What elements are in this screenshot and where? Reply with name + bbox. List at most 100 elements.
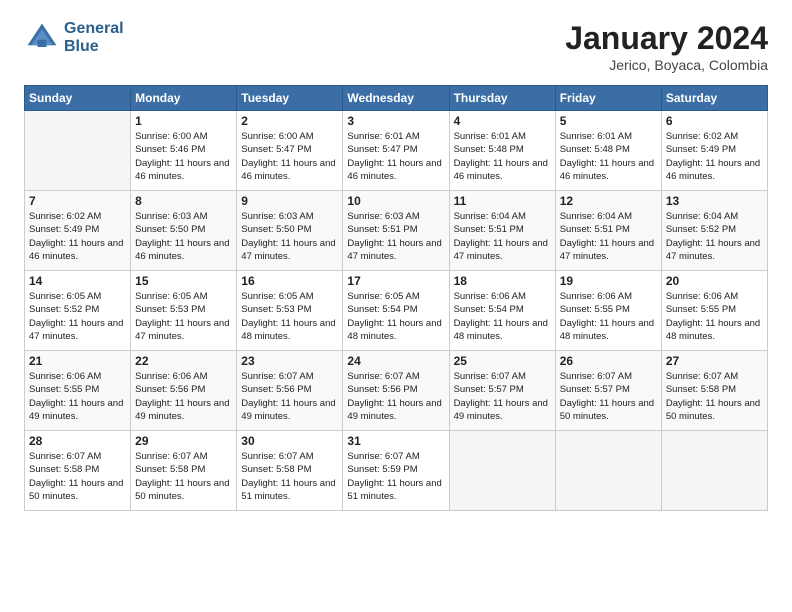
- day-number: 26: [560, 354, 657, 368]
- calendar-cell: 11 Sunrise: 6:04 AM Sunset: 5:51 PM Dayli…: [449, 191, 555, 271]
- calendar-cell: 22Sunrise: 6:06 AM Sunset: 5:56 PM Dayli…: [131, 351, 237, 431]
- day-number: 10: [347, 194, 444, 208]
- day-info: Sunrise: 6:06 AM Sunset: 5:56 PM Dayligh…: [135, 370, 232, 423]
- day-number: 27: [666, 354, 763, 368]
- calendar-cell: [25, 111, 131, 191]
- calendar-cell: 31 Sunrise: 6:07 AM Sunset: 5:59 PM Dayli…: [343, 431, 449, 511]
- logo-line1: General: [64, 20, 124, 38]
- calendar-cell: [661, 431, 767, 511]
- day-number: 21: [29, 354, 126, 368]
- day-info: Sunrise: 6:05 AM Sunset: 5:53 PM Dayligh…: [241, 290, 338, 343]
- calendar-cell: 30Sunrise: 6:07 AM Sunset: 5:58 PM Dayli…: [237, 431, 343, 511]
- day-number: 7: [29, 194, 126, 208]
- day-info: Sunrise: 6:06 AM Sunset: 5:55 PM Dayligh…: [29, 370, 126, 423]
- calendar-week-row: 7 Sunrise: 6:02 AM Sunset: 5:49 PM Daylig…: [25, 191, 768, 271]
- calendar-cell: 25 Sunrise: 6:07 AM Sunset: 5:57 PM Dayli…: [449, 351, 555, 431]
- day-info: Sunrise: 6:05 AM Sunset: 5:52 PM Dayligh…: [29, 290, 126, 343]
- calendar: SundayMondayTuesdayWednesdayThursdayFrid…: [24, 85, 768, 511]
- day-number: 14: [29, 274, 126, 288]
- calendar-cell: 2 Sunrise: 6:00 AM Sunset: 5:47 PM Daylig…: [237, 111, 343, 191]
- day-number: 15: [135, 274, 232, 288]
- calendar-cell: 1 Sunrise: 6:00 AM Sunset: 5:46 PM Daylig…: [131, 111, 237, 191]
- day-number: 2: [241, 114, 338, 128]
- calendar-cell: 8Sunrise: 6:03 AM Sunset: 5:50 PM Daylig…: [131, 191, 237, 271]
- calendar-cell: 4 Sunrise: 6:01 AM Sunset: 5:48 PM Daylig…: [449, 111, 555, 191]
- day-number: 20: [666, 274, 763, 288]
- day-info: Sunrise: 6:07 AM Sunset: 5:57 PM Dayligh…: [560, 370, 657, 423]
- day-info: Sunrise: 6:01 AM Sunset: 5:48 PM Dayligh…: [560, 130, 657, 183]
- day-number: 25: [454, 354, 551, 368]
- day-info: Sunrise: 6:06 AM Sunset: 5:55 PM Dayligh…: [666, 290, 763, 343]
- calendar-cell: 17Sunrise: 6:05 AM Sunset: 5:54 PM Dayli…: [343, 271, 449, 351]
- day-info: Sunrise: 6:03 AM Sunset: 5:50 PM Dayligh…: [241, 210, 338, 263]
- calendar-week-row: 14 Sunrise: 6:05 AM Sunset: 5:52 PM Dayli…: [25, 271, 768, 351]
- day-info: Sunrise: 6:00 AM Sunset: 5:47 PM Dayligh…: [241, 130, 338, 183]
- main-title: January 2024: [565, 20, 768, 57]
- day-number: 4: [454, 114, 551, 128]
- day-info: Sunrise: 6:07 AM Sunset: 5:56 PM Dayligh…: [347, 370, 444, 423]
- calendar-cell: 15 Sunrise: 6:05 AM Sunset: 5:53 PM Dayli…: [131, 271, 237, 351]
- calendar-cell: [449, 431, 555, 511]
- logo-icon: [24, 20, 60, 56]
- subtitle: Jerico, Boyaca, Colombia: [565, 57, 768, 73]
- day-number: 31: [347, 434, 444, 448]
- calendar-week-row: 28 Sunrise: 6:07 AM Sunset: 5:58 PM Dayli…: [25, 431, 768, 511]
- calendar-cell: 26 Sunrise: 6:07 AM Sunset: 5:57 PM Dayli…: [555, 351, 661, 431]
- calendar-cell: 7 Sunrise: 6:02 AM Sunset: 5:49 PM Daylig…: [25, 191, 131, 271]
- day-number: 19: [560, 274, 657, 288]
- calendar-cell: 6 Sunrise: 6:02 AM Sunset: 5:49 PM Daylig…: [661, 111, 767, 191]
- day-info: Sunrise: 6:07 AM Sunset: 5:56 PM Dayligh…: [241, 370, 338, 423]
- page: General Blue January 2024 Jerico, Boyaca…: [0, 0, 792, 612]
- day-info: Sunrise: 6:07 AM Sunset: 5:57 PM Dayligh…: [454, 370, 551, 423]
- day-number: 9: [241, 194, 338, 208]
- day-of-week-header: Monday: [131, 86, 237, 111]
- day-info: Sunrise: 6:05 AM Sunset: 5:53 PM Dayligh…: [135, 290, 232, 343]
- calendar-cell: 21 Sunrise: 6:06 AM Sunset: 5:55 PM Dayli…: [25, 351, 131, 431]
- day-info: Sunrise: 6:04 AM Sunset: 5:51 PM Dayligh…: [560, 210, 657, 263]
- day-info: Sunrise: 6:07 AM Sunset: 5:58 PM Dayligh…: [241, 450, 338, 503]
- day-info: Sunrise: 6:06 AM Sunset: 5:55 PM Dayligh…: [560, 290, 657, 343]
- day-number: 11: [454, 194, 551, 208]
- day-info: Sunrise: 6:06 AM Sunset: 5:54 PM Dayligh…: [454, 290, 551, 343]
- calendar-cell: 19 Sunrise: 6:06 AM Sunset: 5:55 PM Dayli…: [555, 271, 661, 351]
- logo: General Blue: [24, 20, 124, 56]
- day-info: Sunrise: 6:01 AM Sunset: 5:48 PM Dayligh…: [454, 130, 551, 183]
- calendar-cell: 23 Sunrise: 6:07 AM Sunset: 5:56 PM Dayli…: [237, 351, 343, 431]
- day-number: 13: [666, 194, 763, 208]
- day-info: Sunrise: 6:02 AM Sunset: 5:49 PM Dayligh…: [666, 130, 763, 183]
- calendar-cell: 9 Sunrise: 6:03 AM Sunset: 5:50 PM Daylig…: [237, 191, 343, 271]
- day-number: 8: [135, 194, 232, 208]
- day-info: Sunrise: 6:03 AM Sunset: 5:51 PM Dayligh…: [347, 210, 444, 263]
- calendar-cell: 13 Sunrise: 6:04 AM Sunset: 5:52 PM Dayli…: [661, 191, 767, 271]
- calendar-cell: 24 Sunrise: 6:07 AM Sunset: 5:56 PM Dayli…: [343, 351, 449, 431]
- calendar-week-row: 1 Sunrise: 6:00 AM Sunset: 5:46 PM Daylig…: [25, 111, 768, 191]
- calendar-cell: 3Sunrise: 6:01 AM Sunset: 5:47 PM Daylig…: [343, 111, 449, 191]
- day-of-week-header: Sunday: [25, 86, 131, 111]
- day-info: Sunrise: 6:07 AM Sunset: 5:58 PM Dayligh…: [666, 370, 763, 423]
- day-of-week-header: Wednesday: [343, 86, 449, 111]
- day-of-week-header: Thursday: [449, 86, 555, 111]
- day-number: 1: [135, 114, 232, 128]
- day-info: Sunrise: 6:07 AM Sunset: 5:59 PM Dayligh…: [347, 450, 444, 503]
- day-number: 28: [29, 434, 126, 448]
- day-info: Sunrise: 6:00 AM Sunset: 5:46 PM Dayligh…: [135, 130, 232, 183]
- day-of-week-header: Friday: [555, 86, 661, 111]
- day-number: 6: [666, 114, 763, 128]
- day-info: Sunrise: 6:01 AM Sunset: 5:47 PM Dayligh…: [347, 130, 444, 183]
- calendar-week-row: 21 Sunrise: 6:06 AM Sunset: 5:55 PM Dayli…: [25, 351, 768, 431]
- header: General Blue January 2024 Jerico, Boyaca…: [24, 20, 768, 73]
- calendar-cell: 5Sunrise: 6:01 AM Sunset: 5:48 PM Daylig…: [555, 111, 661, 191]
- day-info: Sunrise: 6:04 AM Sunset: 5:52 PM Dayligh…: [666, 210, 763, 263]
- day-of-week-header: Saturday: [661, 86, 767, 111]
- day-number: 23: [241, 354, 338, 368]
- calendar-header-row: SundayMondayTuesdayWednesdayThursdayFrid…: [25, 86, 768, 111]
- day-number: 24: [347, 354, 444, 368]
- day-number: 17: [347, 274, 444, 288]
- day-info: Sunrise: 6:04 AM Sunset: 5:51 PM Dayligh…: [454, 210, 551, 263]
- day-info: Sunrise: 6:07 AM Sunset: 5:58 PM Dayligh…: [135, 450, 232, 503]
- title-block: January 2024 Jerico, Boyaca, Colombia: [565, 20, 768, 73]
- logo-line2: Blue: [64, 38, 124, 56]
- day-info: Sunrise: 6:02 AM Sunset: 5:49 PM Dayligh…: [29, 210, 126, 263]
- day-number: 16: [241, 274, 338, 288]
- calendar-cell: [555, 431, 661, 511]
